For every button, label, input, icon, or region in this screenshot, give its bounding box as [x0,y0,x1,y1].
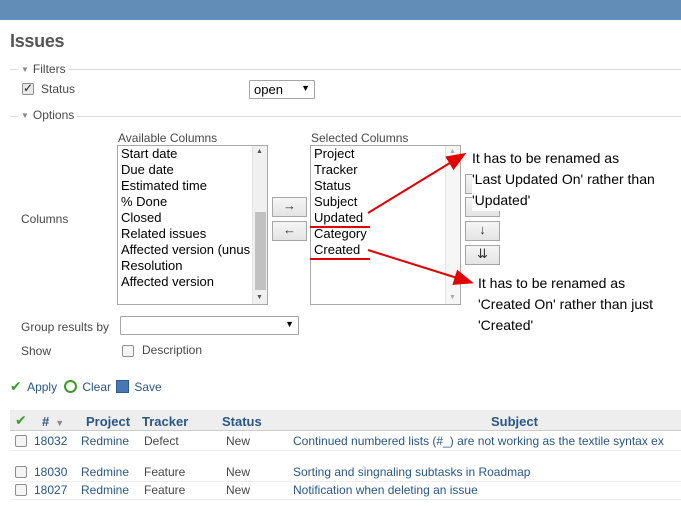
column-header-subject[interactable]: Subject [491,414,538,429]
save-link-label: Save [134,380,162,394]
table-row[interactable]: 18027 Redmine Feature New Notification when … [10,481,681,500]
apply-link[interactable]: ✔ Apply [10,378,57,394]
issue-project-link[interactable]: Redmine [81,465,129,479]
row-select-checkbox[interactable] [15,435,27,447]
description-checkbox[interactable] [122,345,134,357]
save-link[interactable]: Save [116,378,162,394]
issue-project-link[interactable]: Redmine [81,483,129,497]
dropdown-arrow-icon: ▼ [285,319,294,329]
issue-status: New [226,483,251,497]
issue-subject-link[interactable]: Notification when deleting an issue [293,483,681,497]
row-select-checkbox[interactable] [15,484,27,496]
apply-check-icon: ✔ [10,378,22,394]
row-divider [10,450,681,451]
issue-subject-link[interactable]: Continued numbered lists (#_) are not wo… [293,434,681,448]
column-header-tracker[interactable]: Tracker [142,414,188,429]
row-select-checkbox[interactable] [15,466,27,478]
id-header-label: # [42,414,50,429]
column-header-id[interactable]: # ▼ [42,414,64,429]
clear-link-label: Clear [82,380,112,394]
issue-id-link[interactable]: 18032 [34,434,67,448]
issue-id-link[interactable]: 18027 [34,483,67,497]
issue-project-link[interactable]: Redmine [81,434,129,448]
group-by-select[interactable]: ▼ [120,316,299,335]
floppy-disk-icon [116,380,129,393]
group-by-label: Group results by [21,320,110,334]
sort-desc-icon: ▼ [55,418,65,428]
issue-tracker: Defect [144,434,179,448]
issue-tracker: Feature [144,465,186,479]
description-label: Description [142,343,203,357]
table-row[interactable]: 18030 Redmine Feature New Sorting and singna… [10,463,681,482]
updated-arrow [367,152,467,214]
issue-tracker: Feature [144,483,186,497]
column-header-project[interactable]: Project [86,414,130,429]
reload-icon [64,380,77,393]
toggle-all-check-icon[interactable]: ✔ [15,412,27,429]
column-header-status[interactable]: Status [222,414,262,429]
table-row[interactable]: 18032 Redmine Defect New Continued numbered … [10,432,681,451]
clear-link[interactable]: Clear [64,378,111,394]
issue-status: New [226,465,251,479]
apply-link-label: Apply [27,380,58,394]
issue-subject-link[interactable]: Sorting and singnaling subtasks in Roadm… [293,465,681,479]
show-label: Show [21,344,52,358]
issue-status: New [226,434,251,448]
row-divider [10,499,681,500]
issue-id-link[interactable]: 18030 [34,465,67,479]
created-arrow [367,249,474,285]
